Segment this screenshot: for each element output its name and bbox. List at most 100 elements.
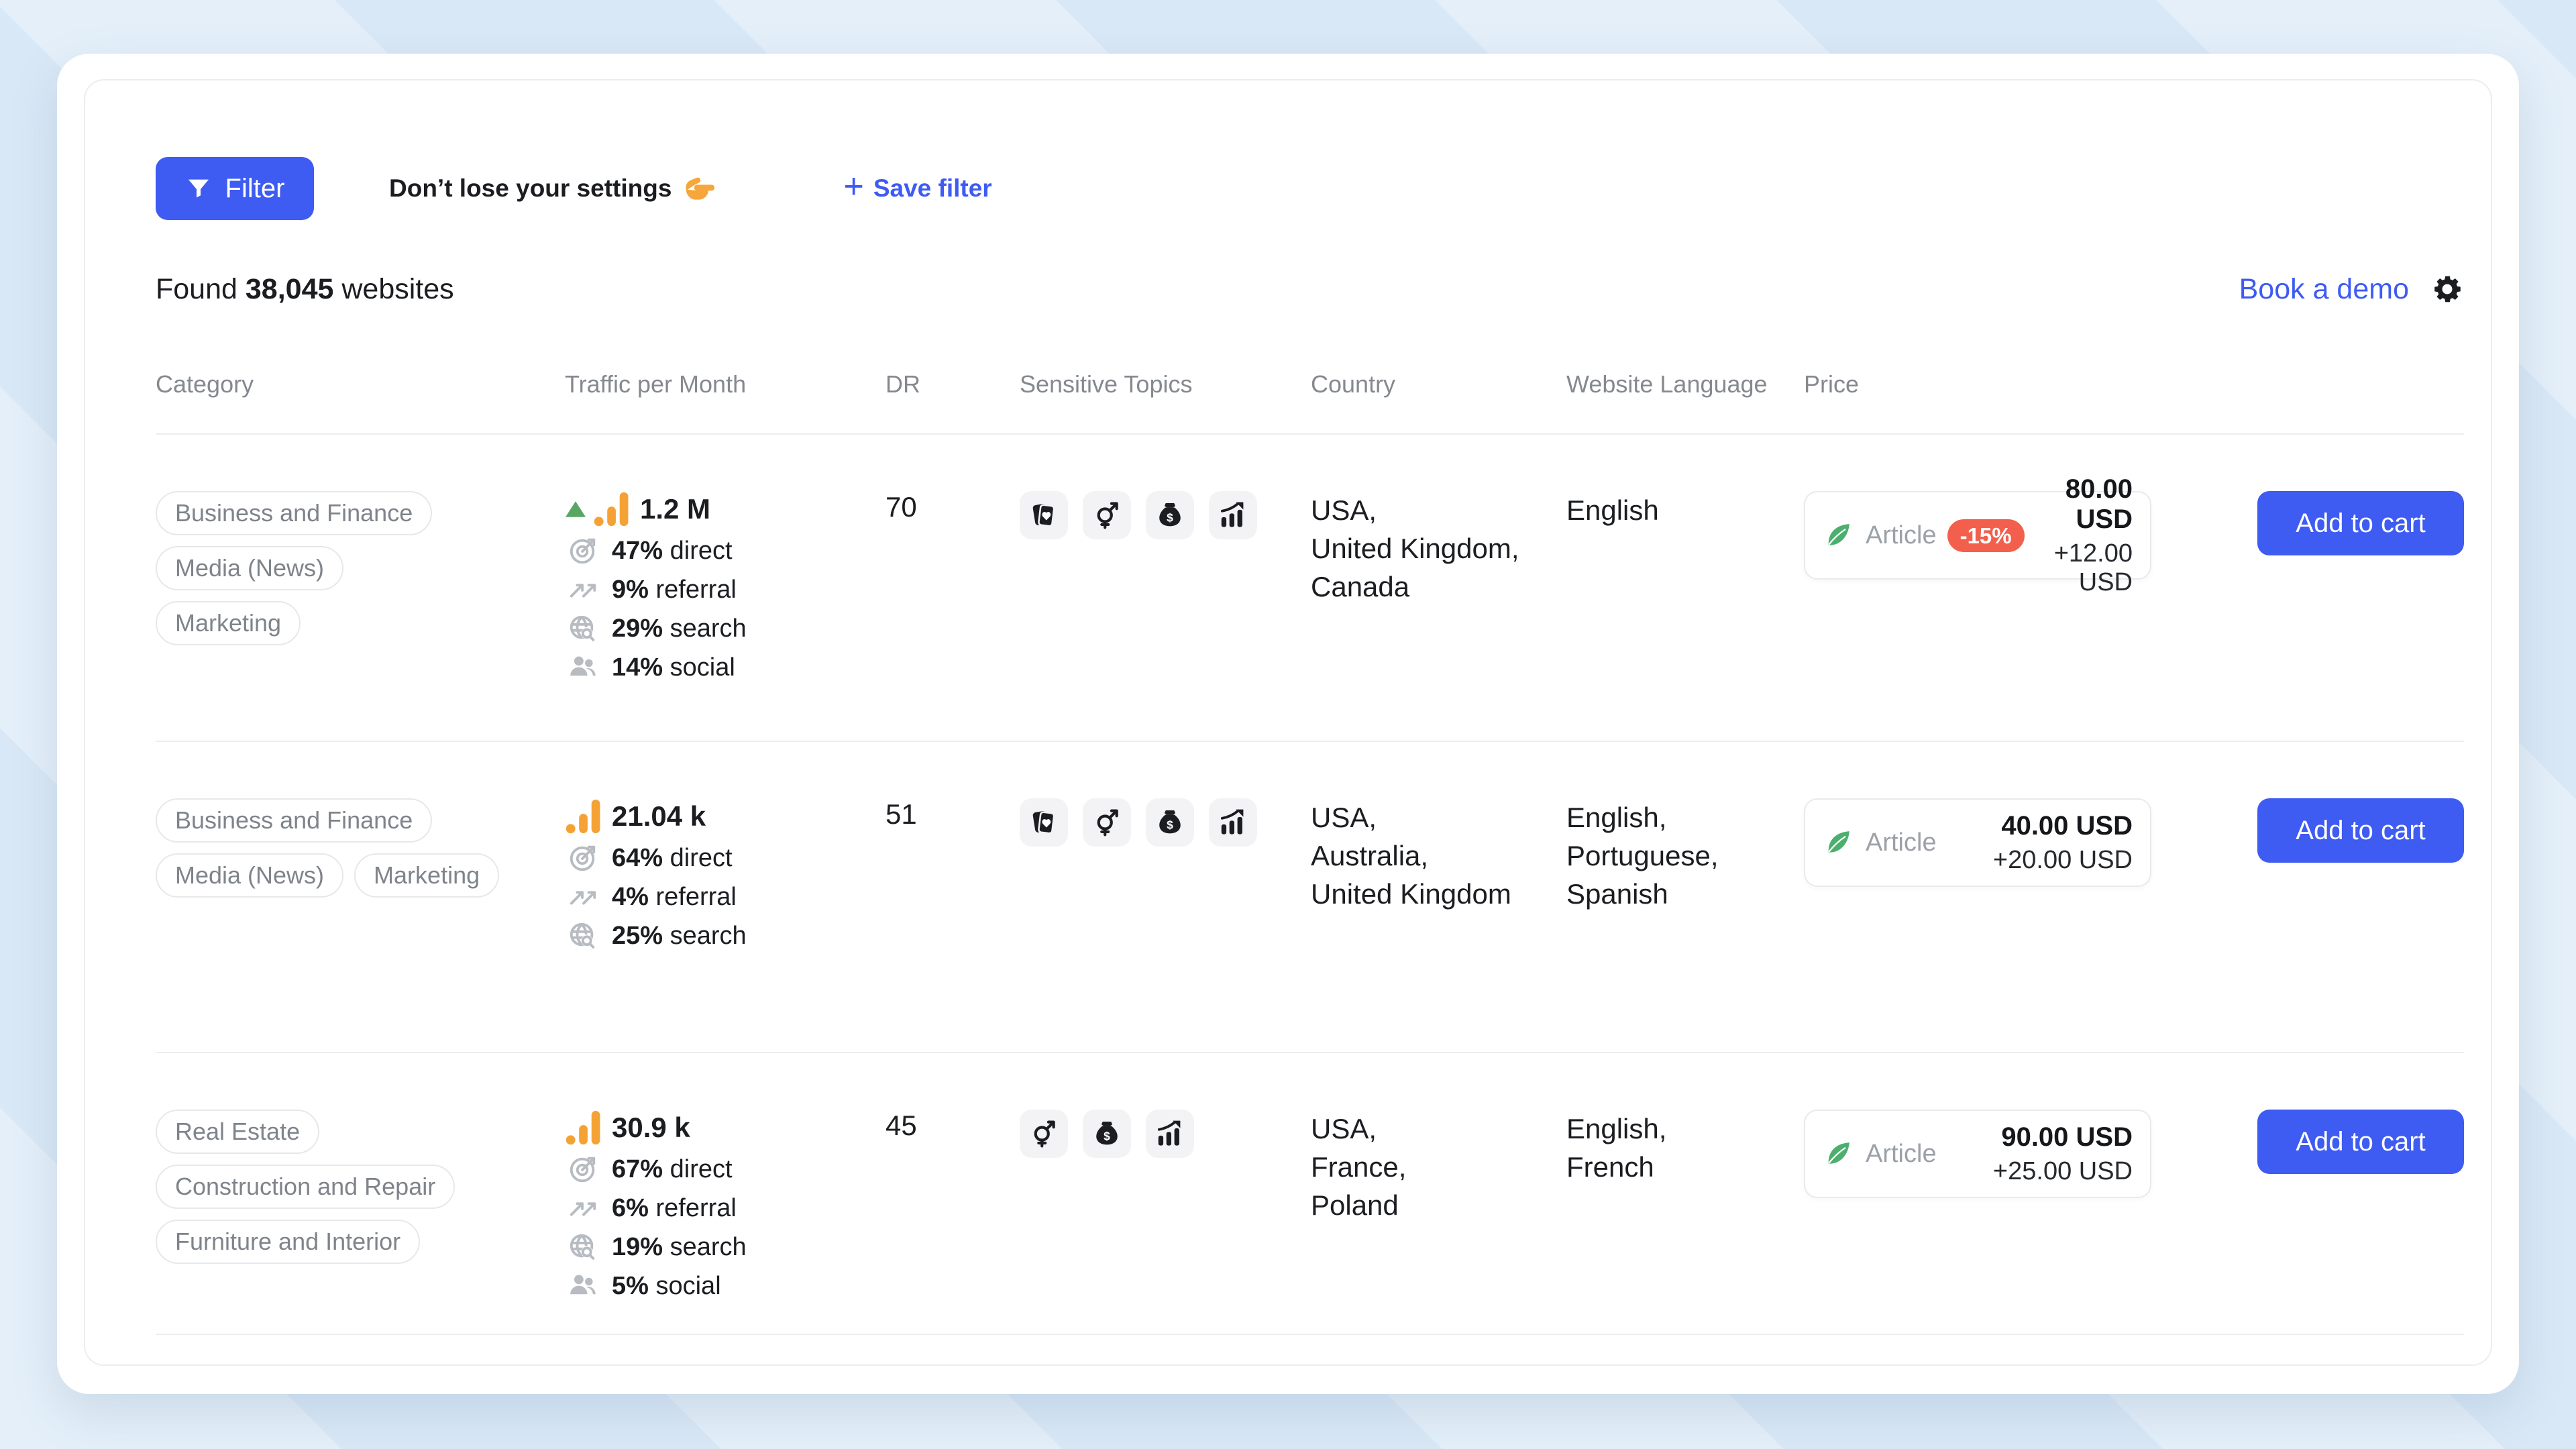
country-line: France, — [1311, 1148, 1566, 1186]
category-tag: Media (News) — [156, 853, 343, 898]
demo-area: Book a demo — [2239, 272, 2464, 306]
referral-arrows-icon — [565, 574, 601, 605]
country-line: United Kingdom — [1311, 875, 1566, 913]
language-line: French — [1566, 1148, 1804, 1186]
price-extra: +12.00 USD — [2025, 539, 2133, 597]
country-line: Poland — [1311, 1186, 1566, 1224]
adult-dating-icon — [1020, 1110, 1068, 1158]
traffic-source: 6% referral — [565, 1193, 885, 1224]
money-loans-icon: $ — [1146, 491, 1194, 539]
cart-cell: Add to cart — [2233, 1110, 2464, 1334]
price-amount: 40.00 USD +20.00 USD — [1993, 811, 2133, 875]
price-card: Article 90.00 USD +25.00 USD — [1804, 1110, 2151, 1198]
settings-hint-text: Don’t lose your settings — [389, 174, 672, 203]
direct-target-icon — [565, 535, 601, 566]
cart-cell: Add to cart — [2233, 798, 2464, 1052]
column-header: Country — [1311, 370, 1566, 398]
direct-target-icon — [565, 843, 601, 873]
price-main: 80.00 USD — [2065, 474, 2133, 534]
sensitive-topics-cell: $ — [1020, 798, 1311, 1052]
country-line: USA, — [1311, 1110, 1566, 1148]
settings-hint: Don’t lose your settings — [389, 171, 717, 206]
dr-value: 45 — [885, 1110, 1020, 1334]
dr-value: 70 — [885, 491, 1020, 741]
add-to-cart-button[interactable]: Add to cart — [2257, 491, 2464, 555]
book-demo-link[interactable]: Book a demo — [2239, 273, 2409, 306]
country-line: Australia, — [1311, 837, 1566, 875]
traffic-source: 25% search — [565, 920, 885, 951]
language-line: English, — [1566, 1110, 1804, 1148]
language-line: English, — [1566, 798, 1804, 837]
money-loans-icon: $ — [1146, 798, 1194, 847]
feather-icon — [1823, 827, 1854, 858]
trend-up-triangle-icon — [565, 501, 586, 517]
column-header: DR — [885, 370, 1020, 398]
language-cell: English,Portuguese,Spanish — [1566, 798, 1804, 1052]
filter-button-label: Filter — [225, 174, 285, 204]
country-line: USA, — [1311, 798, 1566, 837]
direct-target-icon — [565, 1154, 601, 1185]
main-card: Filter Don’t lose your settings + Save f… — [57, 54, 2519, 1394]
settings-gear-icon[interactable] — [2430, 272, 2464, 306]
price-type-label: Article — [1866, 521, 1937, 550]
category-tag: Construction and Repair — [156, 1165, 455, 1209]
save-filter-button[interactable]: + Save filter — [843, 171, 991, 206]
adult-dating-icon — [1083, 798, 1131, 847]
price-main: 90.00 USD — [2001, 1122, 2133, 1152]
add-to-cart-button[interactable]: Add to cart — [2257, 1110, 2464, 1174]
dr-value: 51 — [885, 798, 1020, 1052]
feather-icon — [1823, 1138, 1854, 1169]
trading-chart-icon — [1209, 491, 1257, 539]
price-cell: Article -15% 80.00 USD +12.00 USD — [1804, 491, 2233, 741]
trading-chart-icon — [1209, 798, 1257, 847]
table-row: Real EstateConstruction and RepairFurnit… — [156, 1053, 2464, 1335]
results-prefix: Found — [156, 273, 237, 305]
traffic-source: 4% referral — [565, 881, 885, 912]
feather-icon — [1823, 520, 1854, 551]
category-tag: Business and Finance — [156, 491, 432, 535]
money-loans-icon: $ — [1083, 1110, 1131, 1158]
price-main: 40.00 USD — [2001, 811, 2133, 841]
country-cell: USA,United Kingdom,Canada — [1311, 491, 1566, 741]
svg-text:$: $ — [1167, 818, 1173, 832]
sensitive-topics-cell: $ — [1020, 491, 1311, 741]
traffic-total: 30.9 k — [612, 1112, 690, 1144]
table-row: Business and FinanceMedia (News)Marketin… — [156, 435, 2464, 742]
traffic-source: 14% social — [565, 652, 885, 683]
price-cell: Article 40.00 USD +20.00 USD — [1804, 798, 2233, 1052]
language-line: English — [1566, 491, 1804, 529]
cart-cell: Add to cart — [2233, 491, 2464, 741]
table-header: CategoryTraffic per MonthDRSensitive Top… — [156, 370, 2464, 435]
price-extra: +20.00 USD — [1993, 846, 2133, 875]
adult-dating-icon — [1083, 491, 1131, 539]
column-header: Sensitive Topics — [1020, 370, 1311, 398]
social-people-icon — [565, 652, 601, 683]
traffic-source: 19% search — [565, 1232, 885, 1263]
add-to-cart-button[interactable]: Add to cart — [2257, 798, 2464, 863]
price-extra: +25.00 USD — [1993, 1157, 2133, 1186]
gambling-cards-icon — [1020, 798, 1068, 847]
content-panel: Filter Don’t lose your settings + Save f… — [84, 79, 2492, 1366]
filter-button[interactable]: Filter — [156, 157, 314, 220]
category-tag: Furniture and Interior — [156, 1220, 420, 1264]
results-count: Found 38,045 websites — [156, 273, 454, 306]
traffic-source: 29% search — [565, 613, 885, 644]
category-tag: Marketing — [354, 853, 499, 898]
gambling-cards-icon — [1020, 491, 1068, 539]
sensitive-topics-cell: $ — [1020, 1110, 1311, 1334]
traffic-source: 47% direct — [565, 535, 885, 566]
traffic-source: 67% direct — [565, 1154, 885, 1185]
svg-text:$: $ — [1167, 511, 1173, 525]
price-type-label: Article — [1866, 828, 1937, 857]
search-globe-icon — [565, 1232, 601, 1263]
traffic-cell: 30.9 k 67% direct 6% referral 19% search 5% … — [565, 1110, 885, 1334]
category-cell: Real EstateConstruction and RepairFurnit… — [156, 1110, 565, 1334]
traffic-source: 5% social — [565, 1271, 885, 1301]
table-row: Business and FinanceMedia (News)Marketin… — [156, 742, 2464, 1053]
results-number: 38,045 — [246, 273, 334, 305]
traffic-total: 1.2 M — [640, 493, 710, 525]
pointing-right-hand-emoji — [672, 171, 717, 206]
discount-badge: -15% — [1947, 519, 2025, 552]
traffic-cell: 1.2 M47% direct9% referral29% search14% … — [565, 491, 885, 741]
traffic-source: 64% direct — [565, 843, 885, 873]
